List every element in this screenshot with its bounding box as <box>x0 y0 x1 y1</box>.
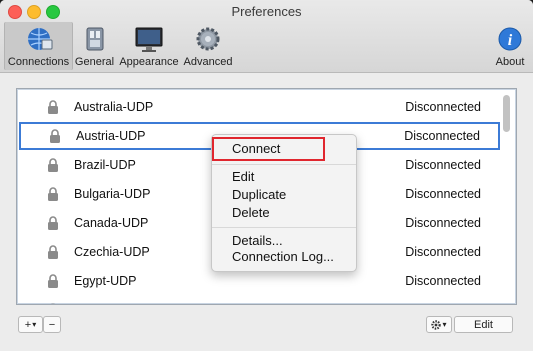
lock-icon <box>48 187 58 201</box>
gear-icon <box>431 319 442 330</box>
toolbar-about[interactable]: i About <box>493 22 527 70</box>
action-menu-button[interactable]: ▾ <box>426 316 452 333</box>
toolbar-appearance-label: Appearance <box>119 56 179 68</box>
preferences-window: Preferences Connections General Appearan… <box>0 0 533 351</box>
connection-status: Disconnected <box>405 158 481 172</box>
add-connection-button[interactable]: + ▾ <box>18 316 43 333</box>
connection-name: Canada-UDP <box>74 216 149 230</box>
lock-icon <box>48 158 58 172</box>
toolbar-connections-label: Connections <box>7 56 70 68</box>
toolbar-connections[interactable]: Connections <box>4 22 73 70</box>
menu-item-duplicate[interactable]: Duplicate <box>232 187 286 202</box>
info-icon: i <box>498 27 522 51</box>
connection-status: Disconnected <box>404 129 480 143</box>
title-bar: Preferences Connections General Appearan… <box>0 0 533 73</box>
lock-icon <box>48 100 58 114</box>
list-scrollbar[interactable] <box>503 92 511 299</box>
toolbar-advanced-label: Advanced <box>183 56 233 68</box>
menu-item-details[interactable]: Details... <box>232 233 283 248</box>
lock-icon <box>50 129 60 143</box>
menu-item-connect[interactable]: Connect <box>232 141 280 156</box>
connection-status: Disconnected <box>405 100 481 114</box>
list-item-partial[interactable] <box>17 296 503 304</box>
scroll-thumb[interactable] <box>503 95 510 132</box>
connection-name: Austria-UDP <box>76 129 146 143</box>
connection-name: Australia-UDP <box>74 100 154 114</box>
connection-name: Brazil-UDP <box>74 158 136 172</box>
gear-icon <box>196 27 220 51</box>
toolbar-advanced[interactable]: Advanced <box>182 22 234 70</box>
menu-item-connection-log[interactable]: Connection Log... <box>232 249 334 264</box>
connection-name: Egypt-UDP <box>74 274 137 288</box>
menu-separator <box>212 164 356 165</box>
connection-status: Disconnected <box>405 187 481 201</box>
context-menu: Connect Edit Duplicate Delete Details...… <box>211 134 357 272</box>
lock-icon <box>50 303 56 304</box>
connection-status: Disconnected <box>405 245 481 259</box>
svg-text:i: i <box>508 32 513 49</box>
connection-status: Disconnected <box>405 274 481 288</box>
lock-icon <box>48 274 58 288</box>
toolbar-appearance[interactable]: Appearance <box>119 22 179 70</box>
add-label: + <box>24 318 32 331</box>
window-title: Preferences <box>231 4 302 19</box>
menu-item-edit[interactable]: Edit <box>232 169 254 184</box>
chevron-down-icon: ▾ <box>442 320 447 329</box>
connection-name: Bulgaria-UDP <box>74 187 151 201</box>
toolbar-general[interactable]: General <box>73 22 116 70</box>
remove-label: − <box>48 318 56 331</box>
remove-connection-button[interactable]: − <box>43 316 61 333</box>
lock-icon <box>48 245 58 259</box>
switch-panel-icon <box>86 27 103 51</box>
edit-label: Edit <box>474 318 493 331</box>
lock-icon <box>48 216 58 230</box>
globe-network-icon <box>27 28 52 50</box>
toolbar-general-label: General <box>74 56 115 68</box>
chevron-down-icon: ▾ <box>32 320 37 329</box>
menu-separator <box>212 227 356 228</box>
connection-name: Czechia-UDP <box>74 245 150 259</box>
connection-status: Disconnected <box>405 216 481 230</box>
list-item[interactable]: Australia-UDP Disconnected <box>17 93 503 121</box>
monitor-icon <box>135 27 163 52</box>
toolbar-about-label: About <box>495 56 525 68</box>
edit-button[interactable]: Edit <box>454 316 513 333</box>
menu-item-delete[interactable]: Delete <box>232 205 270 220</box>
